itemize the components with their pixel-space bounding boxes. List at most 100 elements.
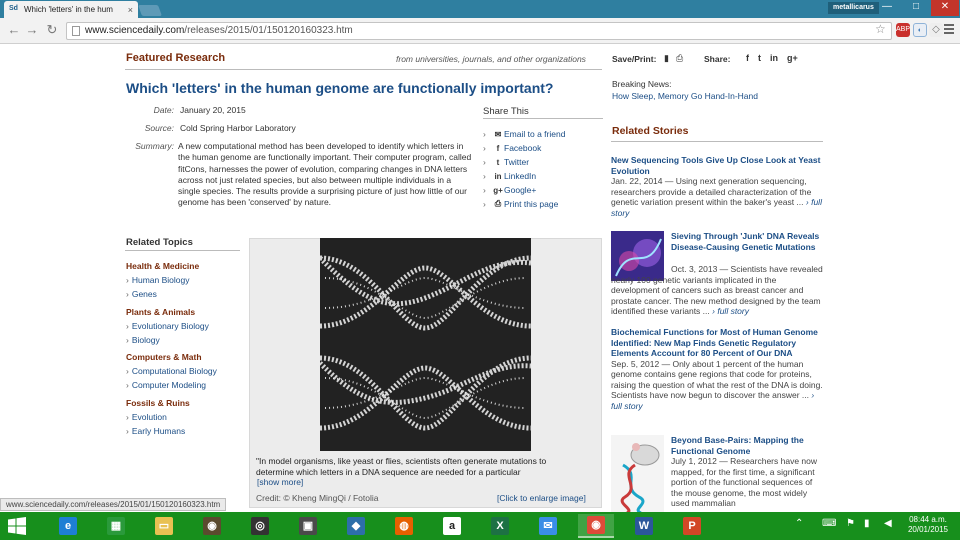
volume-icon[interactable]: ◀ bbox=[884, 518, 892, 529]
share-label: Print this page bbox=[504, 199, 559, 209]
breaking-news-link[interactable]: How Sleep, Memory Go Hand-In-Hand bbox=[612, 91, 758, 101]
article-title: Which 'letters' in the human genome are … bbox=[126, 80, 554, 96]
app-4-icon: ◆ bbox=[347, 517, 365, 535]
reload-icon[interactable]: ↻ bbox=[44, 22, 60, 38]
linkedin-icon[interactable]: in bbox=[770, 53, 778, 63]
powerpoint-icon: P bbox=[683, 517, 701, 535]
chevron-right-icon: › bbox=[126, 335, 129, 345]
topic-link[interactable]: › Evolutionary Biology bbox=[126, 321, 209, 331]
taskbar-amazon-button[interactable]: a bbox=[434, 514, 470, 538]
chevron-right-icon: › bbox=[126, 289, 129, 299]
taskbar-firefox-button[interactable]: ◍ bbox=[386, 514, 422, 538]
taskbar-powerpoint-button[interactable]: P bbox=[674, 514, 710, 538]
taskbar-app-1-button[interactable]: ◉ bbox=[194, 514, 230, 538]
topic-category[interactable]: Plants & Animals bbox=[126, 307, 195, 317]
taskbar-app-2-button[interactable]: ◎ bbox=[242, 514, 278, 538]
story-title-link[interactable]: New Sequencing Tools Give Up Close Look … bbox=[611, 155, 823, 176]
related-story-title-block: Sieving Through 'Junk' DNA Reveals Disea… bbox=[671, 231, 823, 252]
taskbar-chrome-button[interactable]: ◉ bbox=[578, 514, 614, 538]
word-icon: W bbox=[635, 517, 653, 535]
taskbar-excel-button[interactable]: X bbox=[482, 514, 518, 538]
share-googleplus-link[interactable]: › g+ Google+ bbox=[483, 185, 536, 195]
forward-arrow-icon[interactable]: → bbox=[24, 22, 40, 38]
bookmark-star-icon[interactable]: ☆ bbox=[875, 22, 886, 36]
topic-category[interactable]: Computers & Math bbox=[126, 352, 202, 362]
adblock-extension-icon[interactable]: ABP bbox=[896, 23, 910, 37]
print-page-link[interactable]: › ⎙ Print this page bbox=[483, 199, 558, 209]
story-title-link[interactable]: Biochemical Functions for Most of Human … bbox=[611, 327, 823, 359]
story-title-link[interactable]: Sieving Through 'Junk' DNA Reveals Disea… bbox=[671, 231, 823, 252]
share-linkedin-link[interactable]: › in LinkedIn bbox=[483, 171, 536, 181]
topic-label: Evolution bbox=[131, 412, 167, 422]
related-story: New Sequencing Tools Give Up Close Look … bbox=[611, 155, 823, 218]
share-email-link[interactable]: › ✉ Email to a friend bbox=[483, 129, 565, 139]
action-center-icon[interactable]: ⚑ bbox=[846, 518, 855, 529]
topic-category[interactable]: Health & Medicine bbox=[126, 261, 199, 271]
tray-chevron-icon[interactable]: ⌃ bbox=[795, 518, 803, 529]
enlarge-image-link[interactable]: [Click to enlarge image] bbox=[497, 493, 586, 503]
chevron-right-icon: › bbox=[483, 129, 486, 139]
screen: Sd Which 'letters' in the hum × metallic… bbox=[0, 0, 960, 540]
address-bar[interactable]: www.sciencedaily.com/releases/2015/01/15… bbox=[66, 22, 892, 40]
source-label: Source: bbox=[144, 123, 174, 133]
extension-icon[interactable]: ◇ bbox=[929, 23, 943, 37]
browser-tab[interactable]: Sd Which 'letters' in the hum × bbox=[4, 1, 138, 18]
twitter-icon[interactable]: t bbox=[758, 53, 761, 63]
minimize-button[interactable]: — bbox=[873, 0, 901, 16]
back-arrow-icon[interactable]: ← bbox=[6, 22, 22, 38]
taskbar-mail-button[interactable]: ✉ bbox=[530, 514, 566, 538]
topic-link[interactable]: › Computational Biology bbox=[126, 366, 217, 376]
googleplus-icon[interactable]: g+ bbox=[787, 53, 798, 63]
share-twitter-link[interactable]: › t Twitter bbox=[483, 157, 529, 167]
chevron-right-icon: › bbox=[483, 185, 486, 195]
browser-toolbar: ← → ↻ www.sciencedaily.com/releases/2015… bbox=[0, 18, 960, 44]
topic-link[interactable]: › Evolution bbox=[126, 412, 167, 422]
taskbar-internet-explorer-button[interactable]: e bbox=[50, 514, 86, 538]
topic-category[interactable]: Fossils & Ruins bbox=[126, 398, 190, 408]
story-thumbnail[interactable] bbox=[611, 435, 664, 513]
maximize-button[interactable]: □ bbox=[902, 0, 930, 16]
taskbar-file-explorer-button[interactable]: ▭ bbox=[146, 514, 182, 538]
chevron-right-icon: › bbox=[483, 157, 486, 167]
file-explorer-icon: ▭ bbox=[155, 517, 173, 535]
clock-date: 20/01/2015 bbox=[907, 525, 949, 534]
chevron-right-icon: › bbox=[126, 321, 129, 331]
profile-badge[interactable]: metallicarus bbox=[828, 2, 879, 14]
topic-link[interactable]: › Early Humans bbox=[126, 426, 185, 436]
chevron-right-icon: › bbox=[483, 143, 486, 153]
windows-taskbar: e ▦ ▭ ◉ ◎ ▣ ◆ ◍ a X ✉ ◉ W P ⌃ ⌨ ⚑ ▮ ◀ 08:44 a.m. 20/0… bbox=[0, 512, 960, 540]
topic-label: Human Biology bbox=[131, 275, 190, 285]
section-label[interactable]: Featured Research bbox=[126, 52, 225, 64]
story-title-link[interactable]: Beyond Base-Pairs: Mapping the Functiona… bbox=[671, 435, 823, 456]
tab-close-icon[interactable]: × bbox=[128, 5, 133, 15]
facebook-icon[interactable]: f bbox=[746, 53, 749, 63]
close-window-button[interactable]: ✕ bbox=[931, 0, 959, 16]
sync-extension-icon[interactable]: ◐ bbox=[913, 23, 927, 37]
printer-icon[interactable]: ⎙ bbox=[676, 53, 683, 64]
taskbar-store-button[interactable]: ▦ bbox=[98, 514, 134, 538]
taskbar-word-button[interactable]: W bbox=[626, 514, 662, 538]
related-topics-title: Related Topics bbox=[126, 237, 193, 248]
topic-link[interactable]: › Biology bbox=[126, 335, 160, 345]
breaking-news-label: Breaking News: bbox=[612, 79, 672, 89]
keyboard-icon[interactable]: ⌨ bbox=[822, 518, 836, 529]
new-tab-button[interactable] bbox=[137, 5, 163, 16]
topic-link[interactable]: › Genes bbox=[126, 289, 157, 299]
show-more-link[interactable]: [show more] bbox=[257, 477, 303, 487]
taskbar-app-3-button[interactable]: ▣ bbox=[290, 514, 326, 538]
windows-start-icon[interactable] bbox=[8, 517, 26, 535]
system-clock[interactable]: 08:44 a.m. 20/01/2015 bbox=[903, 515, 953, 535]
related-story: Beyond Base-Pairs: Mapping the Functiona… bbox=[671, 435, 823, 509]
share-label: Email to a friend bbox=[504, 129, 566, 139]
topic-link[interactable]: › Computer Modeling bbox=[126, 380, 206, 390]
full-story-link[interactable]: › full story bbox=[712, 306, 749, 316]
topic-label: Early Humans bbox=[131, 426, 186, 436]
summary-label: Summary: bbox=[135, 141, 174, 151]
share-facebook-link[interactable]: › f Facebook bbox=[483, 143, 541, 153]
taskbar-app-4-button[interactable]: ◆ bbox=[338, 514, 374, 538]
bookmark-icon[interactable]: ▮ bbox=[664, 53, 669, 64]
dna-letters-image[interactable] bbox=[318, 238, 532, 451]
topic-link[interactable]: › Human Biology bbox=[126, 275, 189, 285]
network-icon[interactable]: ▮ bbox=[864, 518, 870, 529]
browser-menu-icon[interactable] bbox=[944, 24, 954, 36]
